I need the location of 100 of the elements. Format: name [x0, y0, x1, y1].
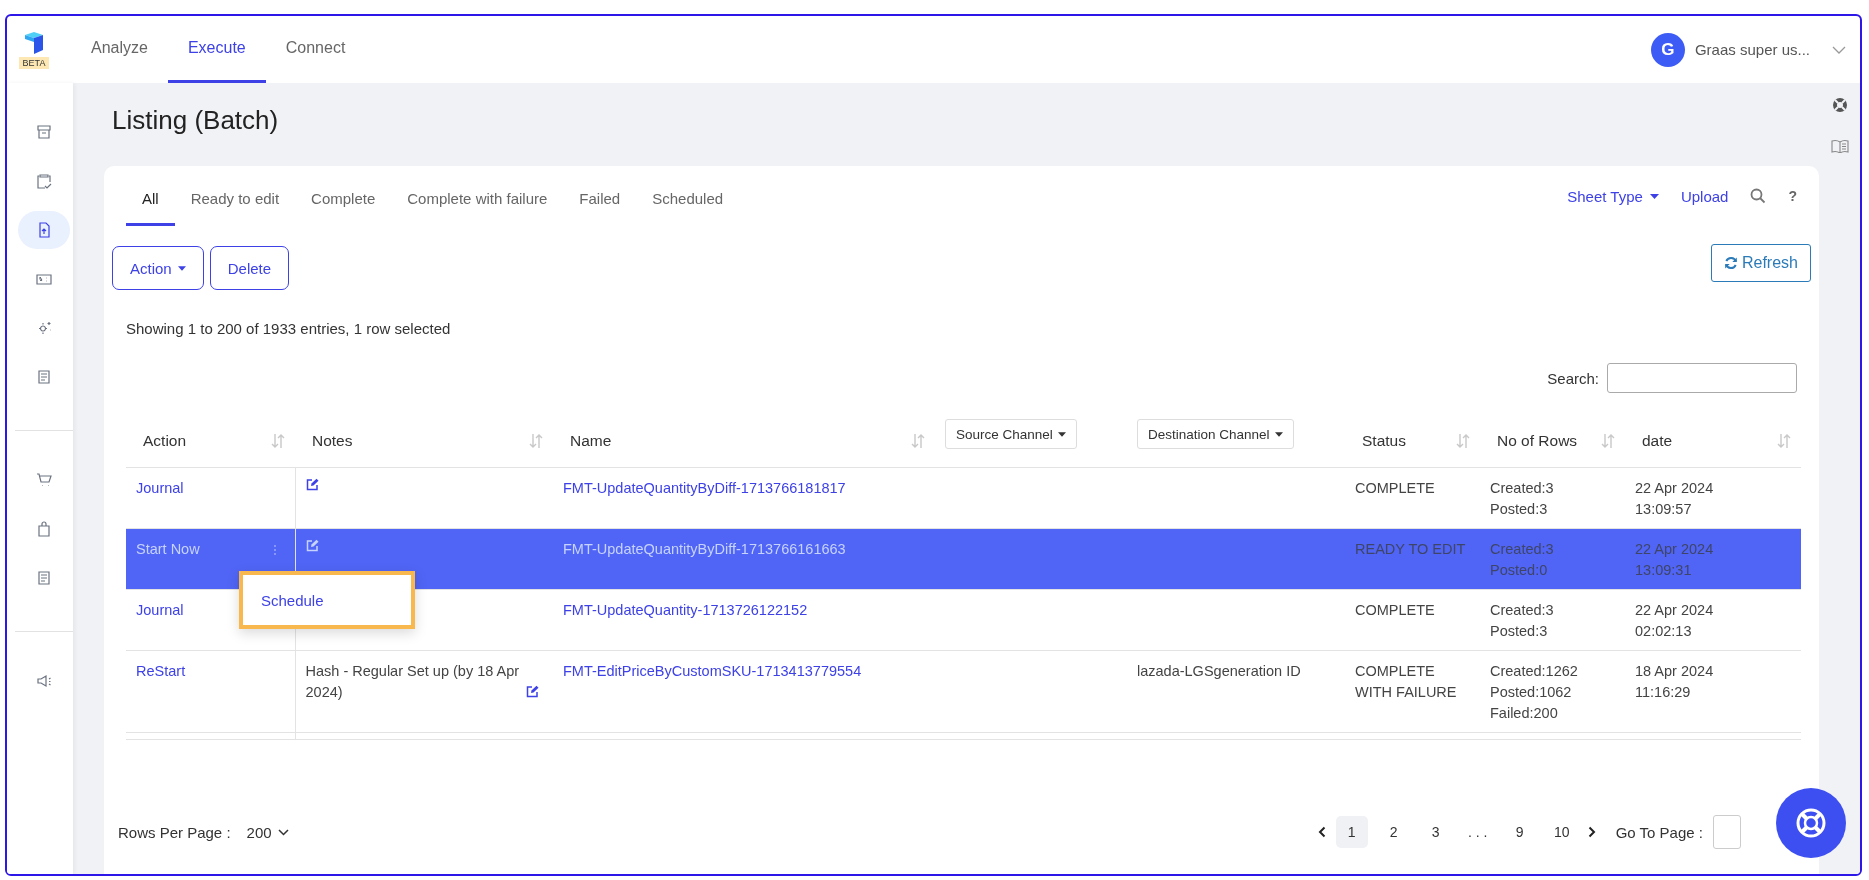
action-dropdown[interactable]: Action	[112, 246, 204, 290]
caret-icon	[1274, 431, 1283, 437]
clipboard-check-icon	[35, 172, 53, 190]
document-icon	[35, 368, 53, 386]
lifebuoy-icon	[1794, 806, 1828, 840]
sort-icon[interactable]	[1777, 433, 1791, 449]
page-button[interactable]: 10	[1545, 816, 1578, 848]
date-text: 22 Apr 2024	[1635, 601, 1715, 620]
date-text: 13:09:31	[1635, 561, 1693, 580]
edit-icon[interactable]	[305, 478, 319, 491]
chevron-down-icon[interactable]	[1832, 44, 1846, 55]
filter-tab[interactable]: Scheduled	[636, 166, 740, 226]
filter-tab[interactable]: Failed	[563, 166, 637, 226]
row-count: Created:1262	[1490, 662, 1579, 681]
row-count: Created:3	[1490, 479, 1555, 498]
column-header[interactable]: No of Rows	[1497, 432, 1578, 450]
row-count: Posted:3	[1490, 622, 1549, 641]
more-options-icon[interactable]	[272, 543, 277, 556]
user-name[interactable]: Graas super us...	[1694, 41, 1810, 58]
go-to-page-field[interactable]	[1713, 815, 1741, 849]
date-text: 22 Apr 2024	[1635, 479, 1715, 498]
row-count: Posted:1062	[1490, 683, 1573, 702]
sort-icon[interactable]	[529, 433, 543, 449]
row-count: Created:3	[1490, 540, 1555, 559]
row-count: Failed:200	[1490, 704, 1559, 723]
filter-tab[interactable]: All	[126, 166, 175, 226]
column-header[interactable]: Action	[143, 432, 187, 450]
date-text: 02:02:13	[1635, 622, 1693, 641]
sidebar-item[interactable]	[18, 211, 70, 249]
table-cell: lazada-LGSgeneration ID	[1137, 663, 1301, 679]
column-header[interactable]: Notes	[312, 432, 353, 450]
sort-icon[interactable]	[911, 433, 925, 449]
row-action-link[interactable]: Journal	[136, 600, 184, 621]
page-button[interactable]: 1	[1335, 816, 1368, 848]
search-field[interactable]	[1607, 363, 1797, 393]
row-count: Created:3	[1490, 601, 1555, 620]
row-action-link[interactable]: Journal	[136, 478, 184, 499]
caret-icon	[1649, 193, 1659, 199]
search-label: Search:	[1547, 369, 1599, 387]
sort-icon[interactable]	[271, 433, 285, 449]
lifebuoy-icon[interactable]	[1831, 97, 1848, 113]
row-action-link[interactable]: ReStart	[136, 661, 186, 682]
date-text: 18 Apr 2024	[1635, 662, 1715, 681]
page-button[interactable]: 2	[1377, 816, 1410, 848]
page-button[interactable]: 3	[1419, 816, 1452, 848]
column-filter-dropdown[interactable]: Source Channel	[945, 419, 1077, 449]
previous-page-icon[interactable]	[1317, 826, 1326, 838]
go-to-page-label: Go To Page :	[1615, 823, 1703, 841]
book-icon[interactable]	[1830, 139, 1849, 153]
batch-name-link[interactable]: FMT-UpdateQuantityByDiff-1713766181817	[563, 480, 846, 496]
rows-per-page-label: Rows Per Page :	[118, 823, 231, 841]
menu-item[interactable]: Schedule	[261, 589, 324, 611]
sort-icon[interactable]	[1601, 433, 1615, 449]
entries-summary: Showing 1 to 200 of 1933 entries, 1 row selected	[126, 320, 452, 337]
page-button[interactable]: . . .	[1461, 816, 1494, 848]
bag-icon	[35, 520, 53, 538]
caret-icon	[1057, 431, 1066, 437]
note-text: Hash - Regular Set up (by 18 Apr 2024)	[305, 662, 521, 702]
status-text: WITH FAILURE	[1355, 683, 1458, 702]
upload-link[interactable]: Upload	[1680, 187, 1729, 205]
status-text: COMPLETE	[1355, 662, 1436, 681]
filter-tab[interactable]: Ready to edit	[174, 166, 296, 226]
edit-icon[interactable]	[525, 685, 539, 698]
cart-icon	[35, 471, 53, 489]
megaphone-icon	[35, 672, 53, 690]
batch-name-link[interactable]: FMT-EditPriceByCustomSKU-1713413779554	[563, 663, 862, 679]
column-header[interactable]: date	[1642, 432, 1673, 450]
date-text: 13:09:57	[1635, 500, 1693, 519]
sort-icon[interactable]	[1456, 433, 1470, 449]
status-text: COMPLETE	[1355, 601, 1436, 620]
refresh-icon	[1723, 256, 1738, 270]
nav-tab[interactable]: Connect	[265, 16, 366, 83]
search-icon[interactable]	[1750, 188, 1767, 204]
column-filter-dropdown[interactable]: Destination Channel	[1137, 419, 1294, 449]
nav-tab[interactable]: Analyze	[71, 16, 168, 83]
row-count: Posted:0	[1490, 561, 1549, 580]
filter-tab[interactable]: Complete with failure	[391, 166, 564, 226]
caret-icon	[177, 265, 186, 271]
delete-button[interactable]: Delete	[209, 246, 290, 290]
sheet-type-dropdown[interactable]: Sheet Type	[1567, 187, 1659, 205]
column-header[interactable]: Status	[1362, 432, 1406, 450]
help-link[interactable]: ?	[1788, 188, 1797, 204]
filter-tab[interactable]: Complete	[295, 166, 392, 226]
date-text: 22 Apr 2024	[1635, 540, 1715, 559]
page-title: Listing (Batch)	[112, 105, 280, 136]
batch-name-link[interactable]: FMT-UpdateQuantity-1713726122152	[563, 602, 808, 618]
refresh-button[interactable]: Refresh	[1710, 244, 1811, 282]
status-text: READY TO EDIT	[1355, 540, 1467, 559]
user-avatar[interactable]: G	[1650, 32, 1685, 67]
row-count: Posted:3	[1490, 500, 1549, 519]
column-header[interactable]: Name	[570, 432, 612, 450]
date-text: 11:16:29	[1635, 683, 1692, 702]
document-icon	[35, 569, 53, 587]
rows-per-page-select[interactable]: 200	[240, 823, 289, 841]
beta-badge: BETA	[18, 56, 50, 69]
next-page-icon[interactable]	[1587, 826, 1596, 838]
chevron-down-icon	[277, 828, 289, 836]
archive-icon	[35, 123, 53, 141]
page-button[interactable]: 9	[1503, 816, 1536, 848]
status-text: COMPLETE	[1355, 479, 1436, 498]
